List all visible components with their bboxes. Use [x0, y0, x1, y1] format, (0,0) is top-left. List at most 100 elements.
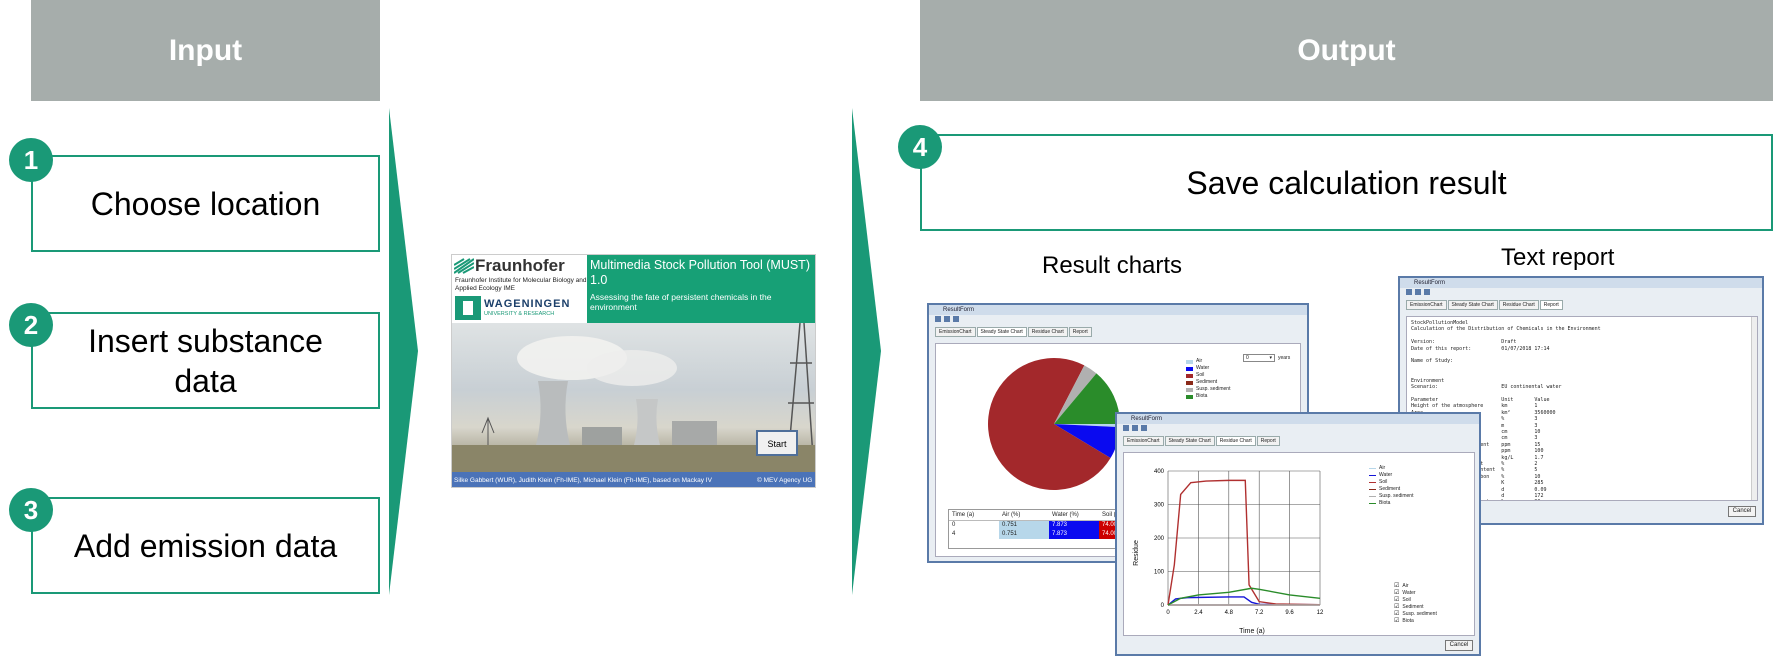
legend-swatch	[1369, 481, 1376, 484]
fraunhofer-subtitle: Fraunhofer Institute for Molecular Biolo…	[455, 277, 587, 292]
legend-label: Biota	[1379, 500, 1391, 506]
series-checkbox[interactable]: ☑ Sediment	[1394, 604, 1437, 611]
save-icon[interactable]	[935, 316, 941, 322]
wageningen-logo-icon	[455, 296, 481, 320]
tab-residue-chart[interactable]: Residue Chart	[1027, 327, 1068, 337]
copy-icon[interactable]	[1132, 425, 1138, 431]
print-icon[interactable]	[953, 316, 959, 322]
year-dropdown[interactable]: 0 ▾	[1243, 354, 1275, 362]
copy-icon[interactable]	[1415, 289, 1421, 295]
pie-chart	[988, 358, 1120, 490]
print-icon[interactable]	[1424, 289, 1430, 295]
legend-swatch	[1186, 359, 1193, 364]
report-toolbar	[1400, 288, 1762, 298]
x-axis-label: Time (a)	[1239, 628, 1265, 635]
legend-item: Water	[1369, 472, 1413, 479]
copy-icon[interactable]	[944, 316, 950, 322]
legend-swatch	[1186, 380, 1193, 385]
step-1-label: Choose location	[90, 185, 321, 222]
series-checkbox[interactable]: ☑ Soil	[1394, 597, 1437, 604]
y-tick-label: 100	[1154, 570, 1165, 576]
tab-emission-chart[interactable]: EmissionChart	[1123, 436, 1164, 446]
legend-item: Sediment	[1186, 379, 1230, 386]
fraunhofer-logo-icon	[454, 258, 474, 274]
tab-steady-state-chart[interactable]: Steady State Chart	[1447, 300, 1498, 310]
table-cell: 7.873	[1049, 530, 1099, 539]
power-plant-photo: Start	[452, 323, 815, 472]
legend-swatch	[1186, 373, 1193, 378]
input-header-label: Input	[168, 33, 243, 67]
legend-swatch	[1186, 387, 1193, 392]
year-dropdown-value: 0	[1246, 355, 1249, 361]
legend-item: Soil	[1186, 372, 1230, 379]
tab-steady-state-chart[interactable]: Steady State Chart	[1164, 436, 1215, 446]
series-checkbox[interactable]: ☑ Water	[1394, 590, 1437, 597]
output-header: Output	[920, 0, 1773, 101]
series-checkbox[interactable]: ☑ Biota	[1394, 618, 1437, 625]
start-button[interactable]: Start	[756, 430, 798, 456]
x-tick-label: 0	[1166, 610, 1170, 616]
step-3-number: 3	[9, 488, 53, 532]
legend-swatch	[1369, 502, 1376, 505]
legend-swatch	[1186, 366, 1193, 371]
checkbox-icon[interactable]: ☑	[1394, 583, 1399, 590]
y-tick-label: 200	[1154, 536, 1165, 542]
year-dropdown-unit: years	[1278, 355, 1291, 361]
save-icon[interactable]	[1123, 425, 1129, 431]
tab-residue-chart[interactable]: Residue Chart	[1215, 436, 1256, 446]
report-scrollbar[interactable]	[1751, 317, 1757, 500]
checkbox-label: Susp. sediment	[1402, 611, 1437, 617]
series-line-soil	[1167, 479, 1321, 606]
residue-chart-window: ResultForm EmissionChart Steady State Ch…	[1115, 412, 1481, 656]
splash-credits: Silke Gabbert (WUR), Judith Klein (Fh-IM…	[454, 477, 712, 484]
tab-residue-chart[interactable]: Residue Chart	[1498, 300, 1539, 310]
legend-item: Air	[1186, 358, 1230, 365]
legend-label: Water	[1379, 472, 1393, 478]
legend-label: Susp. sediment	[1196, 386, 1231, 392]
step-3-box: Add emission data	[31, 497, 380, 594]
y-axis-label: Residue	[1133, 540, 1140, 566]
checkbox-icon[interactable]: ☑	[1394, 604, 1399, 611]
step-2-box: Insert substance data	[31, 312, 380, 409]
window-title: ResultForm	[929, 305, 1307, 315]
tab-steady-state-chart[interactable]: Steady State Chart	[976, 327, 1027, 337]
pie-legend: Air Water Soil Sediment Susp. sediment Biota	[1186, 358, 1230, 400]
legend-swatch	[1369, 495, 1376, 498]
y-tick-label: 300	[1154, 503, 1165, 509]
checkbox-label: Sediment	[1402, 604, 1424, 610]
series-checkbox[interactable]: ☑ Susp. sediment	[1394, 611, 1437, 618]
checkbox-label: Water	[1402, 590, 1416, 596]
checkbox-icon[interactable]: ☑	[1394, 590, 1399, 597]
x-tick-label: 7.2	[1255, 610, 1264, 616]
legend-item: Susp. sediment	[1186, 386, 1230, 393]
window-toolbar	[929, 315, 1307, 325]
save-icon[interactable]	[1406, 289, 1412, 295]
table-cell: 0	[952, 522, 956, 528]
legend-label: Air	[1196, 358, 1203, 364]
series-checkbox[interactable]: ☑ Air	[1394, 583, 1437, 590]
table-header-cell: Time (a)	[952, 512, 975, 518]
tab-emission-chart[interactable]: EmissionChart	[1406, 300, 1447, 310]
fraunhofer-name: Fraunhofer	[475, 256, 565, 275]
x-tick-label: 2.4	[1194, 610, 1203, 616]
splash-subtitle: Assessing the fate of persistent chemica…	[590, 292, 772, 312]
checkbox-icon[interactable]: ☑	[1394, 611, 1399, 618]
residue-window-title: ResultForm	[1117, 414, 1479, 424]
legend-item: Susp. sediment	[1369, 493, 1413, 500]
x-tick-label: 4.8	[1225, 610, 1234, 616]
result-tabs: EmissionChart Steady State Chart Residue…	[929, 325, 1307, 337]
tab-report[interactable]: Report	[1068, 327, 1092, 337]
line-legend: Air Water Soil Sediment Susp. sediment Biota	[1369, 465, 1413, 507]
checkbox-icon[interactable]: ☑	[1394, 618, 1399, 625]
tab-report[interactable]: Report	[1256, 436, 1280, 446]
residue-toolbar	[1117, 424, 1479, 434]
report-cancel-button[interactable]: Cancel	[1728, 506, 1756, 517]
tab-emission-chart[interactable]: EmissionChart	[935, 327, 976, 337]
checkbox-icon[interactable]: ☑	[1394, 597, 1399, 604]
legend-label: Soil	[1196, 372, 1205, 378]
tab-report[interactable]: Report	[1539, 300, 1563, 310]
legend-label: Water	[1196, 365, 1210, 371]
legend-item: Water	[1186, 365, 1230, 372]
residue-cancel-button[interactable]: Cancel	[1445, 640, 1473, 651]
print-icon[interactable]	[1141, 425, 1147, 431]
